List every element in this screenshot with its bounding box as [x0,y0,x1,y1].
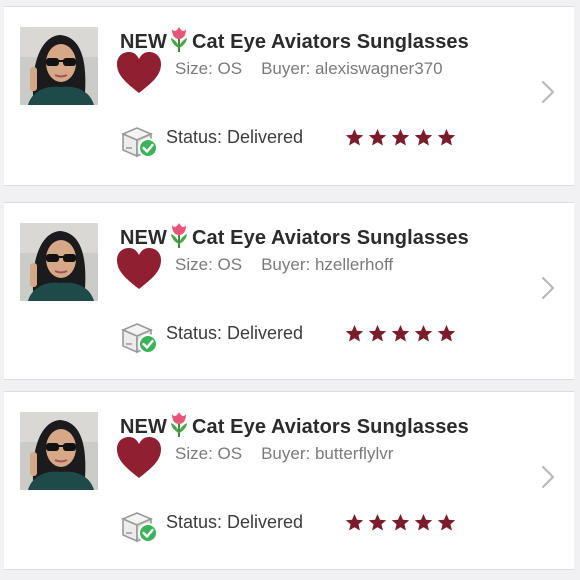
listing-meta: Size: OS Buyer: hzellerhoff [175,255,394,274]
star-icon [345,128,364,146]
status-value: Delivered [227,512,304,532]
package-check-icon [120,127,158,158]
star-icon [414,513,433,531]
status-value: Delivered [227,323,304,343]
listing-meta: Size: OS Buyer: butterflylvr [175,444,394,463]
product-thumbnail[interactable] [20,27,98,105]
star-icon [368,513,387,531]
title-text: Cat Eye Aviators Sunglasses [191,31,469,53]
star-icon [391,324,410,342]
star-icon [391,513,410,531]
star-icon [368,324,387,342]
order-status: Status: Delivered [166,127,304,147]
listing-title[interactable]: NEWtulip-iconCat Eye Aviators Sunglasses [120,222,469,250]
size-value: OS [217,444,243,463]
tulip-icon [170,223,187,248]
listing-title[interactable]: NEWtulip-iconCat Eye Aviators Sunglasses [120,411,469,439]
star-icon [345,513,364,531]
star-icon [437,324,456,342]
star-icon [437,513,456,531]
title-prefix: NEW [120,416,167,438]
size-value: OS [217,59,243,78]
star-rating [345,513,456,532]
title-prefix: NEW [120,227,167,249]
order-list: NEWtulip-iconCat Eye Aviators Sunglasses… [0,0,580,580]
size-value: OS [217,255,243,274]
package-check-icon [120,323,158,354]
status-value: Delivered [227,127,304,147]
product-thumbnail[interactable] [20,412,98,490]
listing-meta: Size: OS Buyer: alexiswagner370 [175,59,443,78]
tulip-icon [170,412,187,437]
heart-icon[interactable] [115,51,163,95]
chevron-right-icon[interactable] [540,464,556,490]
buyer-value[interactable]: butterflylvr [315,444,393,463]
star-icon [414,324,433,342]
listing-title[interactable]: NEWtulip-iconCat Eye Aviators Sunglasses [120,26,469,54]
order-card[interactable]: NEWtulip-iconCat Eye Aviators Sunglasses… [4,391,574,570]
title-text: Cat Eye Aviators Sunglasses [191,227,469,249]
order-status: Status: Delivered [166,512,304,532]
package-check-icon [120,512,158,543]
star-icon [368,128,387,146]
heart-icon[interactable] [115,436,163,480]
star-icon [391,128,410,146]
star-icon [437,128,456,146]
star-icon [414,128,433,146]
title-prefix: NEW [120,31,167,53]
tulip-icon [170,27,187,52]
buyer-value[interactable]: hzellerhoff [315,255,393,274]
title-text: Cat Eye Aviators Sunglasses [191,416,469,438]
order-status: Status: Delivered [166,323,304,343]
chevron-right-icon[interactable] [540,79,556,105]
star-icon [345,324,364,342]
star-rating [345,324,456,343]
product-thumbnail[interactable] [20,223,98,301]
chevron-right-icon[interactable] [540,275,556,301]
order-card[interactable]: NEWtulip-iconCat Eye Aviators Sunglasses… [4,202,574,380]
buyer-value[interactable]: alexiswagner370 [315,59,443,78]
star-rating [345,128,456,147]
order-card[interactable]: NEWtulip-iconCat Eye Aviators Sunglasses… [4,6,574,186]
heart-icon[interactable] [115,247,163,291]
